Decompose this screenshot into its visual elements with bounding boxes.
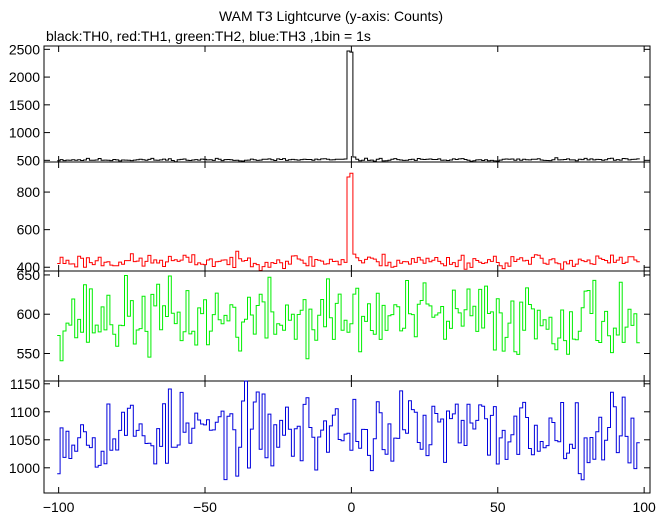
y-tick-label-0-3: 2000 (9, 69, 40, 85)
y-tick-label-3-1: 1050 (9, 432, 40, 448)
x-tick-label-1: −50 (193, 499, 217, 515)
y-tick-label-1-2: 800 (17, 184, 41, 200)
series-TH0 (57, 50, 640, 163)
y-tick-label-0-2: 1500 (9, 97, 40, 113)
y-tick-label-2-2: 650 (17, 267, 41, 283)
x-tick-label-0: −100 (43, 499, 75, 515)
x-tick-label-2: 0 (347, 499, 355, 515)
x-tick-label-4: 100 (632, 499, 656, 515)
y-tick-label-2-0: 550 (17, 346, 41, 362)
y-tick-label-2-1: 600 (17, 306, 41, 322)
lightcurve-plot: 5001000150020002500400600800550600650100… (9, 41, 656, 515)
y-tick-label-3-2: 1100 (10, 404, 40, 420)
y-tick-label-1-1: 600 (17, 222, 41, 238)
y-tick-label-0-0: 500 (17, 152, 41, 168)
y-tick-label-0-4: 2500 (9, 41, 40, 57)
y-tick-label-0-1: 1000 (9, 125, 40, 141)
y-tick-label-3-3: 1150 (10, 376, 40, 392)
series-TH3 (57, 380, 640, 481)
x-tick-label-3: 50 (490, 499, 506, 515)
series-TH1 (57, 172, 640, 271)
panel-frame-3 (43, 380, 651, 494)
y-tick-label-3-0: 1000 (9, 460, 40, 476)
series-TH2 (57, 275, 640, 362)
